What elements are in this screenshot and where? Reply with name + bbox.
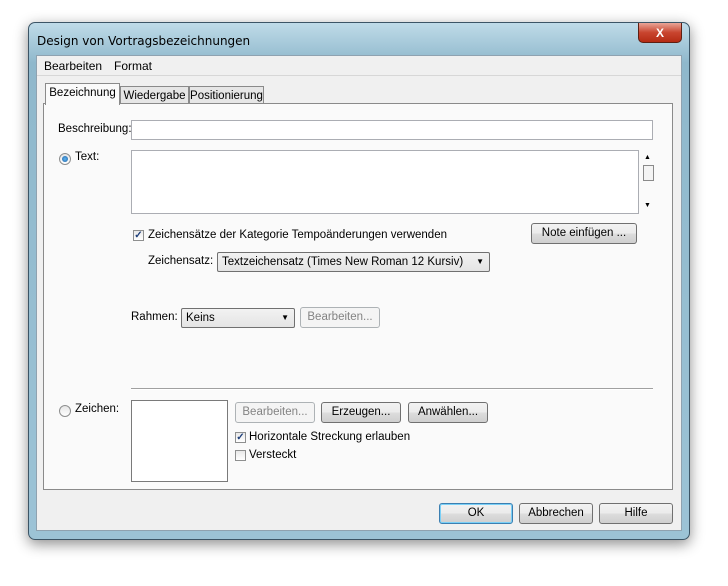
cancel-button[interactable]: Abbrechen: [519, 503, 593, 524]
scroll-thumb[interactable]: [643, 165, 654, 181]
rahmen-value: Keins: [186, 312, 215, 324]
menu-format[interactable]: Format: [114, 59, 152, 73]
erzeugen-button[interactable]: Erzeugen...: [321, 402, 401, 423]
menu-bar: Bearbeiten Format: [37, 56, 681, 76]
close-icon: X: [655, 25, 664, 40]
help-button[interactable]: Hilfe: [599, 503, 673, 524]
chevron-down-icon: ▼: [281, 313, 289, 322]
ok-button[interactable]: OK: [439, 503, 513, 524]
anwaehlen-button[interactable]: Anwählen...: [408, 402, 488, 423]
menu-bearbeiten[interactable]: Bearbeiten: [44, 59, 102, 73]
dialog-window: Design von Vortragsbezeichnungen X Bearb…: [28, 22, 690, 540]
tab-bezeichnung[interactable]: Bezeichnung: [45, 83, 120, 105]
kategorie-checkbox[interactable]: ✓: [133, 230, 144, 241]
horizontal-checkbox-label: Horizontale Streckung erlauben: [249, 431, 411, 443]
text-scrollbar[interactable]: ▲ ▼: [640, 150, 657, 214]
versteckt-checkbox-label: Versteckt: [249, 449, 297, 461]
close-button[interactable]: X: [638, 23, 682, 43]
beschreibung-label: Beschreibung:: [58, 123, 132, 135]
zeichen-radio[interactable]: [59, 405, 71, 417]
zeichen-bearbeiten-button[interactable]: Bearbeiten...: [235, 402, 315, 423]
zeichensatz-value: Textzeichensatz (Times New Roman 12 Kurs…: [222, 256, 464, 268]
dialog-client: Bearbeiten Format Bezeichnung Wiedergabe…: [36, 55, 682, 531]
chevron-down-icon: ▼: [476, 257, 484, 266]
beschreibung-input[interactable]: [131, 120, 653, 140]
zeichen-preview: [131, 400, 228, 482]
versteckt-checkbox[interactable]: [235, 450, 246, 461]
rahmen-select[interactable]: Keins ▼: [181, 308, 295, 328]
note-einfuegen-button[interactable]: Note einfügen ...: [531, 223, 637, 244]
rahmen-label: Rahmen:: [131, 311, 178, 323]
text-radio-label: Text:: [75, 151, 100, 163]
window-title: Design von Vortragsbezeichnungen: [37, 34, 251, 48]
scroll-up-icon[interactable]: ▲: [644, 154, 651, 161]
zeichensatz-select[interactable]: Textzeichensatz (Times New Roman 12 Kurs…: [217, 252, 490, 272]
scroll-down-icon[interactable]: ▼: [644, 202, 651, 209]
text-area[interactable]: [131, 150, 639, 214]
kategorie-checkbox-label: Zeichensätze der Kategorie Tempoänderung…: [148, 229, 447, 241]
tab-panel-bezeichnung: Beschreibung: Text: ▲ ▼ ✓ Zeichensätze d…: [43, 103, 673, 490]
text-radio[interactable]: [59, 153, 71, 165]
zeichensatz-label: Zeichensatz:: [148, 255, 214, 267]
rahmen-bearbeiten-button[interactable]: Bearbeiten...: [300, 307, 380, 328]
separator: [131, 388, 653, 390]
horizontal-checkbox[interactable]: ✓: [235, 432, 246, 443]
zeichen-radio-label: Zeichen:: [75, 403, 120, 415]
